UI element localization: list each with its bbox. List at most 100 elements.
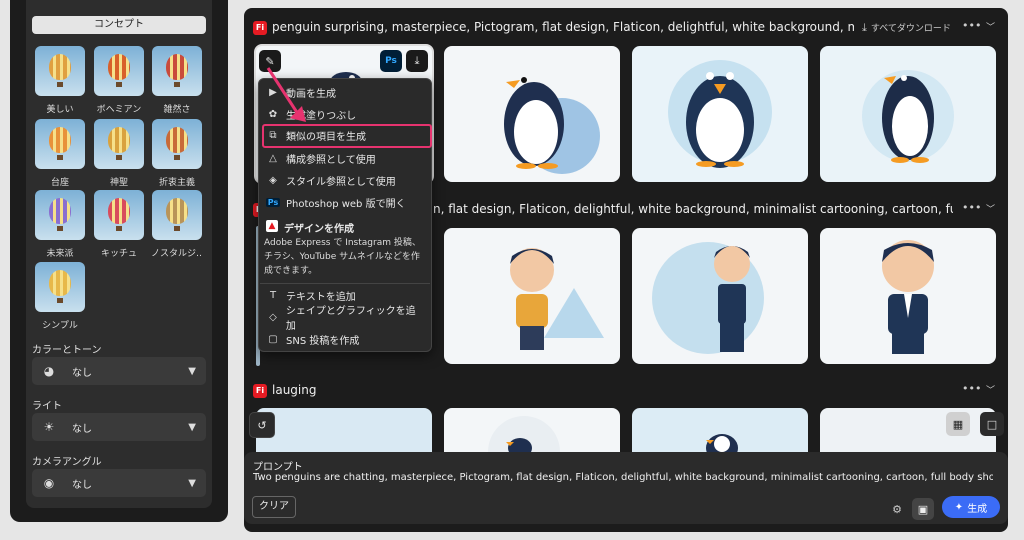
style-label: シンプル (42, 321, 78, 331)
settings-icon[interactable]: ⚙ (886, 498, 908, 520)
image-card[interactable] (632, 228, 808, 364)
pointer-arrow-icon (266, 67, 306, 122)
menu-item-label: 構成参照として使用 (286, 154, 376, 166)
menu-item-label: テキストを追加 (286, 291, 356, 303)
prompt-input[interactable]: Two penguins are chatting, masterpiece, … (253, 472, 993, 483)
style-option[interactable]: 折衷主義 (151, 119, 203, 188)
menu-item[interactable]: ◈ スタイル参照として使用 (262, 170, 424, 190)
concept-button[interactable]: コンセプト (32, 16, 206, 34)
more-options-icon[interactable]: ••• (962, 19, 981, 32)
style-option[interactable]: 台座 (34, 119, 86, 188)
download-all-button[interactable]: ⤓ すべてダウンロード (862, 21, 951, 35)
style-option[interactable]: キッチュ (93, 190, 145, 259)
row-title: n, flat design, Flaticon, delightful, wh… (433, 202, 953, 216)
penguin-image (706, 434, 738, 452)
menu-item-label: スタイル参照として使用 (286, 176, 396, 188)
single-view-icon[interactable]: □ (980, 412, 1004, 436)
reference-image-icon[interactable]: ▣ (912, 498, 934, 520)
composition-icon: △ (269, 152, 277, 164)
color-tone-value: なし (72, 367, 92, 379)
history-icon[interactable]: ↺ (249, 412, 275, 438)
style-option[interactable]: ノスタルジ… (151, 190, 203, 259)
more-options-icon[interactable]: ••• (962, 201, 981, 214)
menu-divider (260, 283, 430, 284)
menu-item[interactable]: △ 構成参照として使用 (262, 148, 424, 168)
generate-label: 生成 (967, 503, 988, 515)
balloon-thumbnail (35, 262, 85, 312)
design-title: デザインを作成 (284, 224, 354, 235)
balloon-thumbnail (152, 46, 202, 96)
grid-view-icon[interactable]: ▦ (946, 412, 970, 436)
style-label: 台座 (50, 178, 69, 188)
menu-item[interactable]: ◇ シェイプとグラフィックを追加 (262, 306, 424, 332)
balloon-icon (108, 127, 130, 153)
menu-item-label: SNS 投稿を作成 (286, 335, 360, 347)
light-value: なし (72, 423, 92, 435)
photoshop-icon: Ps (266, 197, 280, 207)
color-tone-dropdown[interactable]: ◕ なし ▼ (32, 357, 206, 385)
light-dropdown[interactable]: ☀ なし ▼ (32, 413, 206, 441)
balloon-thumbnail (94, 46, 144, 96)
clear-button[interactable]: クリア (252, 496, 296, 518)
camera-angle-dropdown[interactable]: ◉ なし ▼ (32, 469, 206, 497)
prompt-label: プロンプト (253, 462, 303, 473)
balloon-icon (49, 270, 71, 296)
text-icon: T (269, 289, 277, 301)
chevron-down-icon: ▼ (188, 421, 196, 433)
style-option[interactable]: 雑然さ (151, 46, 203, 115)
download-all-label: すべてダウンロード (870, 24, 951, 34)
basket-shape (174, 226, 180, 231)
style-option[interactable]: 神聖 (93, 119, 145, 188)
image-card[interactable] (632, 408, 808, 452)
light-label: ライト (32, 401, 62, 412)
balloon-thumbnail (94, 119, 144, 169)
design-description: Adobe Express で Instagram 投稿、チラシ、YouTube… (264, 238, 421, 276)
download-icon: ⤓ (862, 21, 867, 34)
balloon-icon (166, 127, 188, 153)
style-label: ボヘミアン (96, 105, 142, 115)
image-card[interactable] (444, 408, 620, 452)
balloon-thumbnail (35, 190, 85, 240)
balloon-icon (49, 127, 71, 153)
balloon-thumbnail (35, 119, 85, 169)
firefly-icon: Fi (253, 21, 267, 35)
balloon-icon (108, 198, 130, 224)
photoshop-icon[interactable]: Ps (380, 50, 402, 72)
image-card[interactable] (820, 46, 996, 182)
style-option[interactable]: 未来派 (34, 190, 86, 259)
image-card[interactable] (256, 408, 432, 452)
style-icon: ◈ (269, 174, 277, 186)
basket-shape (57, 226, 63, 231)
image-card[interactable] (820, 228, 996, 364)
balloon-thumbnail (94, 190, 144, 240)
style-option[interactable]: ボヘミアン (93, 46, 145, 115)
balloon-icon (108, 54, 130, 80)
lightbulb-icon: ☀ (43, 420, 55, 434)
collapse-chevron-icon[interactable]: ﹀ (986, 202, 995, 215)
style-label: 美しい (46, 105, 74, 115)
image-card[interactable] (632, 46, 808, 182)
generate-button[interactable]: ✦ 生成 (942, 496, 1000, 518)
color-tone-label: カラーとトーン (32, 345, 102, 356)
camera-icon: ◉ (43, 476, 55, 490)
chevron-down-icon: ▼ (188, 477, 196, 489)
download-icon[interactable]: ⤓ (406, 50, 428, 72)
collapse-chevron-icon[interactable]: ﹀ (986, 383, 995, 396)
style-option[interactable]: シンプル (34, 262, 86, 331)
menu-item[interactable]: ▢ SNS 投稿を作成 (262, 329, 424, 349)
basket-shape (57, 155, 63, 160)
basket-shape (57, 82, 63, 87)
shapes-icon: ◇ (269, 311, 277, 323)
style-option[interactable]: 美しい (34, 46, 86, 115)
chevron-down-icon: ▼ (188, 365, 196, 377)
image-card[interactable] (444, 228, 620, 364)
image-card[interactable] (444, 46, 620, 182)
balloon-thumbnail (152, 190, 202, 240)
more-options-icon[interactable]: ••• (962, 382, 981, 395)
menu-item-label: シェイプとグラフィックを追加 (285, 306, 416, 332)
style-label: ノスタルジ… (151, 249, 203, 259)
menu-item[interactable]: Ps Photoshop web 版で開く (262, 192, 424, 212)
basket-shape (116, 82, 122, 87)
collapse-chevron-icon[interactable]: ﹀ (986, 20, 995, 33)
balloon-icon (166, 54, 188, 80)
